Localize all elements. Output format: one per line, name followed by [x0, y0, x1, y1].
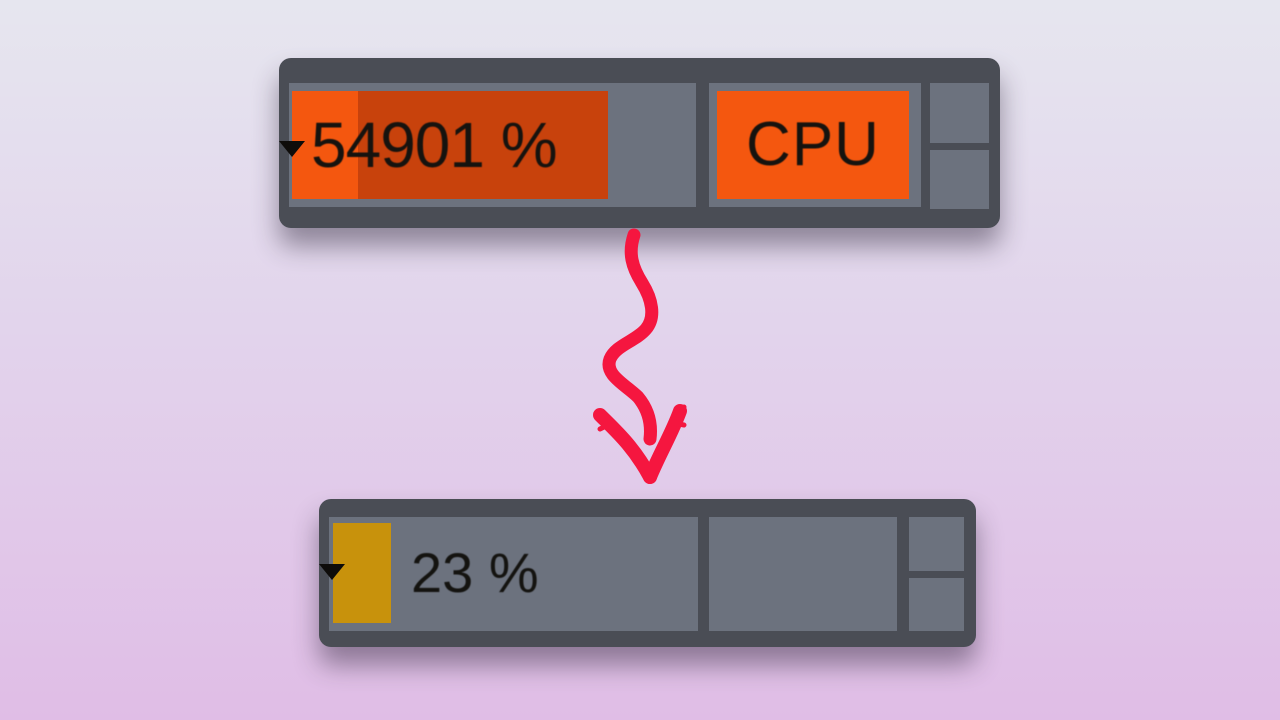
cpu-load-value: 54901 %	[311, 109, 558, 181]
cpu-meter-overloaded: 54901 % CPU	[279, 58, 1000, 228]
cpu-load-value: 23 %	[411, 541, 539, 604]
io-indicator-bottom[interactable]	[909, 578, 964, 631]
io-indicator-bottom[interactable]	[930, 150, 989, 209]
caret-down-icon	[319, 564, 345, 580]
io-indicator-top[interactable]	[930, 83, 989, 143]
cpu-overload-indicator: CPU	[709, 83, 921, 207]
cpu-overload-indicator[interactable]	[709, 517, 897, 631]
cpu-meter-dropdown-button[interactable]	[619, 505, 688, 605]
cpu-meter-normal: 23 %	[319, 499, 976, 647]
squiggly-down-arrow-icon	[593, 228, 687, 484]
caret-down-icon	[279, 141, 305, 157]
cpu-overload-label: CPU	[746, 110, 880, 179]
cpu-meter-dropdown-button[interactable]	[601, 66, 686, 174]
io-indicator-top[interactable]	[909, 517, 964, 571]
